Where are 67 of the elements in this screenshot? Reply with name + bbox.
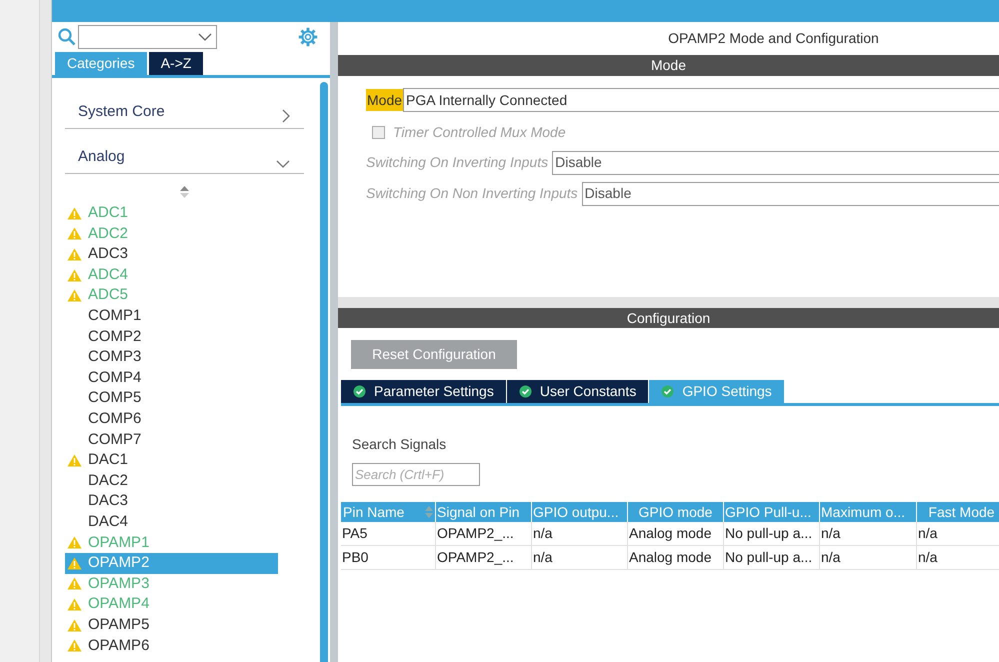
peripheral-item[interactable]: DAC1 — [65, 450, 278, 471]
settings-tab[interactable]: User Constants — [506, 380, 648, 403]
field-label: Switching On Non Inverting Inputs — [366, 184, 579, 203]
search-label: Search Signals — [352, 435, 446, 454]
warning-icon — [67, 268, 82, 282]
table-cell: PA5 — [341, 522, 436, 545]
section-header: Mode — [338, 55, 999, 76]
table-cell: Analog mode — [628, 522, 724, 545]
field-label: Mode — [366, 89, 404, 111]
table-cell: No pull-up a... — [724, 522, 820, 545]
mode-dropdown[interactable]: PGA Internally Connected — [403, 88, 999, 112]
warning-icon — [67, 248, 82, 261]
sort-icon — [425, 506, 433, 518]
peripheral-item[interactable]: DAC4 — [65, 512, 278, 532]
peripheral-item[interactable]: ADC3 — [65, 244, 278, 265]
settings-tab[interactable]: Parameter Settings — [341, 380, 506, 403]
section-header: Configuration — [338, 308, 999, 328]
field-label: Switching On Inverting Inputs — [366, 153, 550, 172]
table-cell: n/a — [532, 522, 628, 545]
peripheral-item[interactable]: COMP2 — [65, 326, 278, 348]
warning-icon — [67, 454, 82, 467]
table-cell: n/a — [917, 522, 999, 545]
table-cell: PB0 — [341, 546, 436, 569]
peripheral-item[interactable]: DAC2 — [65, 470, 278, 492]
scrollbar-thumb[interactable] — [320, 82, 328, 662]
search-dropdown[interactable] — [78, 25, 217, 49]
checkbox-label: Timer Controlled Mux Mode — [393, 122, 566, 142]
peripheral-item[interactable]: OPAMP6 — [65, 635, 278, 656]
check-circle-icon — [353, 385, 366, 398]
peripheral-item[interactable]: OPAMP5 — [65, 614, 278, 636]
sort-icon[interactable] — [180, 186, 189, 198]
peripheral-item[interactable]: COMP3 — [65, 347, 278, 368]
table-cell: OPAMP2_... — [436, 546, 532, 569]
search-icon[interactable] — [58, 28, 76, 46]
panel-title: OPAMP2 Mode and Configuration — [667, 29, 879, 48]
warning-icon — [67, 618, 82, 632]
check-circle-icon — [661, 385, 674, 398]
category-header[interactable]: Analog — [65, 129, 304, 174]
warning-icon — [67, 639, 82, 652]
warning-icon — [67, 577, 82, 590]
peripheral-item[interactable]: COMP5 — [65, 388, 278, 409]
category-tab[interactable]: A->Z — [148, 52, 204, 75]
category-header[interactable]: System Core — [65, 84, 304, 129]
search-field[interactable]: Search (Crtl+F) — [352, 463, 480, 486]
peripheral-item[interactable]: COMP6 — [65, 408, 278, 430]
settings-icon[interactable] — [298, 27, 318, 47]
table-cell: No pull-up a... — [724, 546, 820, 569]
table-cell: Analog mode — [628, 546, 724, 569]
chevron-down-icon — [276, 160, 290, 168]
table-cell: OPAMP2_... — [436, 522, 532, 545]
warning-icon — [67, 556, 82, 570]
warning-icon — [67, 598, 82, 612]
chevron-right-icon — [282, 109, 290, 123]
warning-icon — [67, 206, 82, 220]
check-circle-icon — [518, 385, 532, 398]
peripheral-item[interactable]: COMP1 — [65, 306, 278, 327]
chevron-down-icon — [198, 33, 212, 41]
warning-icon — [67, 536, 82, 550]
warning-icon — [67, 227, 82, 240]
peripheral-item[interactable]: COMP7 — [65, 430, 278, 450]
table-cell: n/a — [820, 546, 917, 569]
peripheral-item[interactable]: DAC3 — [65, 491, 278, 512]
peripheral-item[interactable]: COMP4 — [65, 368, 278, 388]
table-cell: n/a — [532, 546, 628, 569]
table-cell: n/a — [917, 546, 999, 569]
table-cell: n/a — [820, 522, 917, 545]
warning-icon — [67, 289, 82, 302]
